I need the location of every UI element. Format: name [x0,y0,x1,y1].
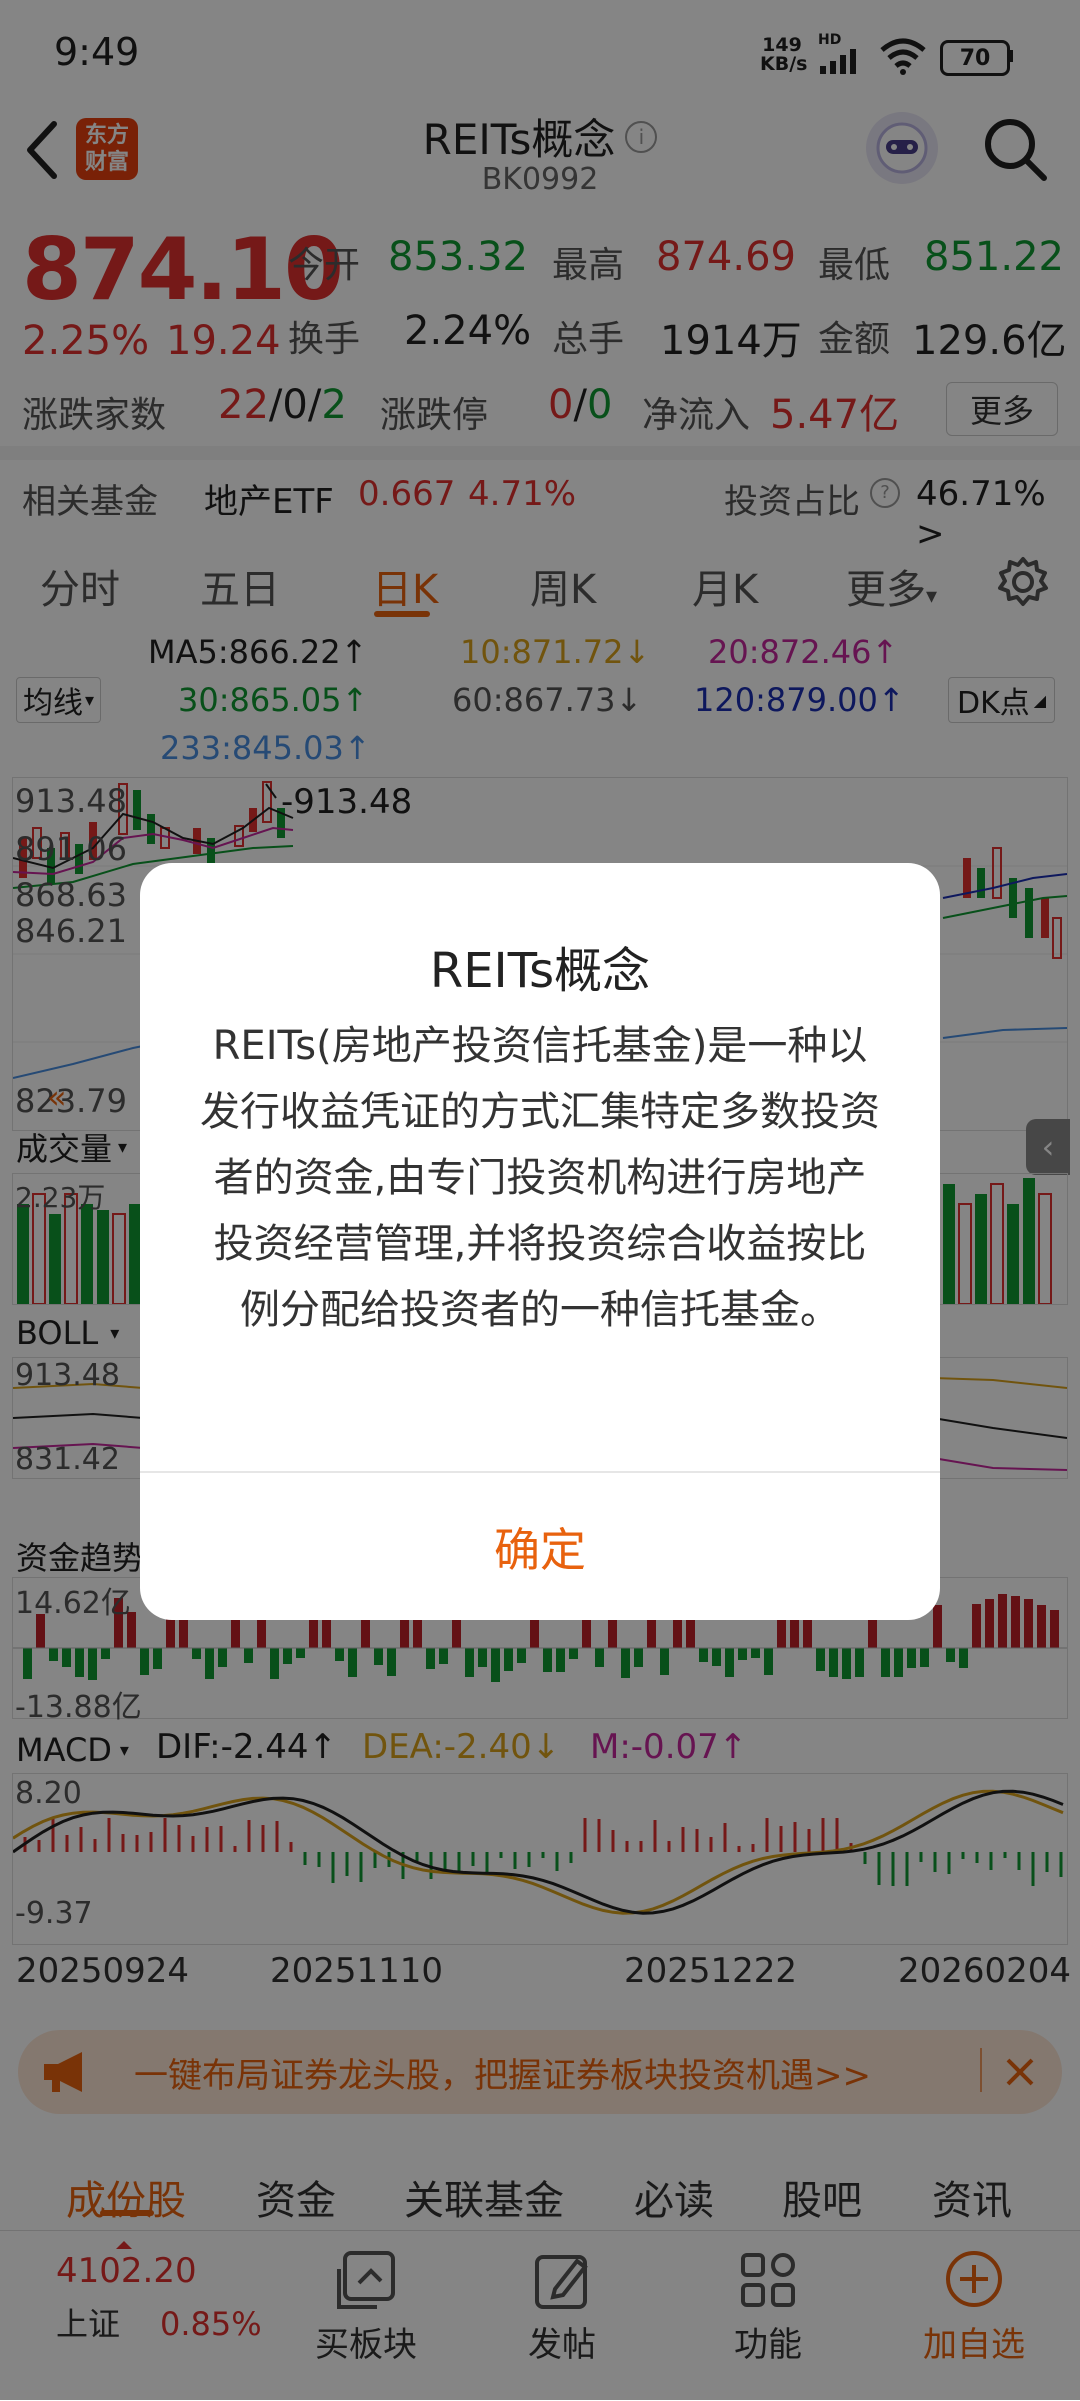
dialog-body: REITs(房地产投资信托基金)是一种以发行收益凭证的方式汇集特定多数投资者的资… [200,1023,880,1333]
confirm-button[interactable]: 确定 [140,1473,940,1620]
dialog-title: REITs概念 [429,943,651,999]
info-dialog: REITs概念 REITs(房地产投资信托基金)是一种以发行收益凭证的方式汇集特… [140,863,940,1620]
